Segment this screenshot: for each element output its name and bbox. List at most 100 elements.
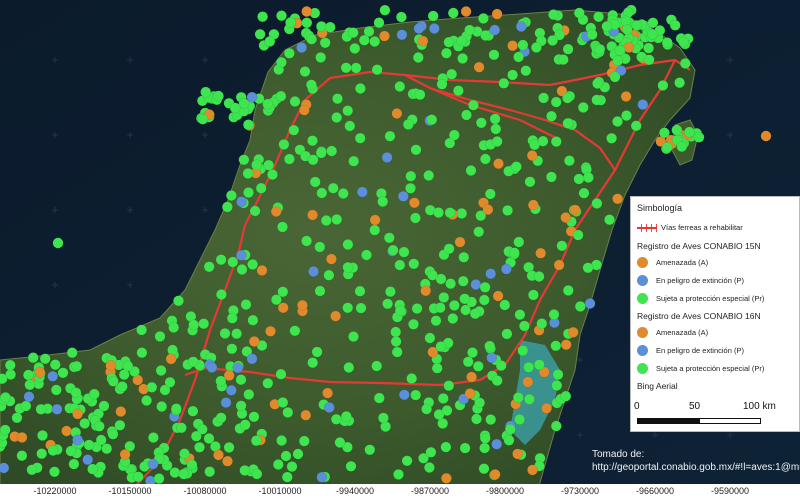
bird-record-point-proteccion bbox=[334, 437, 346, 448]
bird-record-point-proteccion bbox=[240, 299, 252, 311]
bird-record-point-proteccion bbox=[414, 89, 426, 101]
bird-record-point-proteccion bbox=[186, 459, 198, 471]
bird-record-point-proteccion bbox=[459, 293, 471, 305]
bird-record-point-proteccion bbox=[330, 413, 342, 425]
bird-record-point-peligro bbox=[428, 23, 440, 34]
bird-record-point-proteccion bbox=[283, 47, 295, 59]
bird-record-point-proteccion bbox=[582, 262, 594, 274]
bird-record-point-peligro bbox=[515, 21, 527, 33]
bird-record-point-proteccion bbox=[573, 173, 585, 185]
bird-record-point-proteccion bbox=[373, 392, 385, 404]
bird-record-point-proteccion bbox=[272, 459, 284, 470]
bird-record-point-proteccion bbox=[491, 136, 503, 147]
bird-record-point-proteccion bbox=[178, 468, 190, 480]
blue-dot-icon bbox=[637, 345, 648, 356]
bird-record-point-proteccion bbox=[604, 214, 615, 226]
bird-record-point-peligro bbox=[23, 391, 35, 403]
bird-record-point-amenazada bbox=[522, 376, 534, 388]
bird-record-point-proteccion bbox=[154, 330, 166, 342]
bird-record-point-proteccion bbox=[582, 172, 594, 183]
bird-record-point-proteccion bbox=[364, 444, 376, 456]
blue-dot-icon bbox=[637, 275, 648, 286]
scale-bar: 0 50 100 km bbox=[631, 398, 787, 432]
bird-record-point-amenazada bbox=[553, 259, 565, 271]
bird-record-point-proteccion bbox=[572, 229, 584, 241]
bird-record-point-proteccion bbox=[552, 369, 564, 381]
bird-record-point-peligro bbox=[206, 361, 218, 373]
bird-record-point-proteccion bbox=[427, 269, 438, 281]
bird-record-point-proteccion bbox=[586, 29, 598, 41]
bird-record-point-proteccion bbox=[227, 256, 239, 268]
bird-record-point-proteccion bbox=[408, 258, 420, 270]
bird-record-point-proteccion bbox=[426, 114, 438, 126]
bird-record-point-amenazada bbox=[526, 150, 538, 161]
bird-record-point-proteccion bbox=[251, 159, 263, 171]
bird-record-point-proteccion bbox=[277, 221, 288, 233]
x-axis-tick-label: -9800000 bbox=[485, 486, 525, 496]
bird-record-point-proteccion bbox=[612, 55, 624, 67]
bird-record-point-proteccion bbox=[344, 120, 356, 132]
bird-record-point-proteccion bbox=[578, 187, 590, 199]
bird-record-point-amenazada bbox=[325, 253, 337, 265]
bird-record-point-amenazada bbox=[491, 8, 503, 20]
bird-record-point-proteccion bbox=[550, 136, 562, 148]
bird-record-point-amenazada bbox=[492, 290, 504, 302]
bird-record-point-proteccion bbox=[517, 345, 529, 357]
bird-record-point-peligro bbox=[47, 370, 59, 382]
bird-record-point-peligro bbox=[82, 454, 94, 466]
bird-record-point-proteccion bbox=[146, 381, 158, 393]
bird-record-point-proteccion bbox=[406, 373, 418, 384]
bird-record-point-proteccion bbox=[283, 153, 295, 165]
bird-record-point-proteccion bbox=[226, 312, 238, 324]
bird-record-point-proteccion bbox=[323, 269, 335, 281]
bird-record-point-amenazada bbox=[222, 455, 233, 467]
bird-record-point-proteccion bbox=[26, 464, 38, 476]
bird-record-point-proteccion bbox=[204, 466, 216, 478]
bird-record-point-proteccion bbox=[537, 135, 549, 147]
bird-record-point-peligro bbox=[398, 389, 410, 401]
bird-record-point-proteccion bbox=[574, 300, 586, 312]
bird-record-point-amenazada bbox=[612, 193, 624, 205]
bird-record-point-proteccion bbox=[170, 403, 182, 415]
bird-record-point-proteccion bbox=[223, 441, 235, 453]
bird-record-point-proteccion bbox=[501, 328, 513, 340]
bird-record-point-proteccion bbox=[88, 388, 100, 400]
bird-record-point-proteccion bbox=[562, 284, 574, 296]
bird-record-point-proteccion bbox=[342, 105, 354, 117]
bird-record-point-proteccion bbox=[66, 347, 78, 359]
bird-record-point-proteccion bbox=[612, 116, 623, 127]
bird-record-point-proteccion bbox=[379, 4, 391, 16]
bird-record-point-peligro bbox=[246, 353, 258, 365]
bird-record-point-amenazada bbox=[527, 464, 538, 476]
bird-record-point-proteccion bbox=[577, 101, 589, 113]
bird-record-point-proteccion bbox=[469, 308, 481, 320]
bird-record-point-proteccion bbox=[107, 428, 119, 440]
bird-record-point-proteccion bbox=[502, 204, 514, 216]
bird-record-point-proteccion bbox=[592, 78, 603, 89]
bird-record-point-amenazada bbox=[165, 353, 177, 365]
bird-record-point-proteccion bbox=[479, 153, 491, 165]
bird-record-point-proteccion bbox=[87, 463, 99, 475]
legend-15n-peligro: En peligro de extinción (P) bbox=[637, 275, 744, 286]
bird-record-point-proteccion bbox=[292, 448, 304, 460]
bird-record-point-proteccion bbox=[331, 112, 343, 123]
bird-record-point-proteccion bbox=[71, 360, 83, 372]
bird-record-point-proteccion bbox=[65, 445, 77, 457]
bird-record-point-proteccion bbox=[247, 258, 259, 270]
bird-record-point-amenazada bbox=[417, 35, 429, 47]
bird-record-point-proteccion bbox=[215, 289, 227, 300]
bird-record-point-proteccion bbox=[169, 467, 181, 479]
bird-record-point-proteccion bbox=[444, 207, 456, 219]
bird-record-point-proteccion bbox=[354, 285, 366, 297]
bird-record-point-proteccion bbox=[231, 328, 243, 340]
bird-record-point-proteccion bbox=[24, 379, 36, 391]
bird-record-point-proteccion bbox=[478, 294, 490, 306]
bird-record-point-proteccion bbox=[560, 390, 572, 402]
bird-record-point-proteccion bbox=[427, 10, 439, 22]
bird-record-point-proteccion bbox=[562, 92, 573, 104]
bird-record-point-proteccion bbox=[421, 403, 433, 415]
bird-record-point-proteccion bbox=[438, 291, 450, 303]
bird-record-point-amenazada bbox=[248, 335, 260, 347]
bird-record-point-proteccion bbox=[473, 226, 485, 238]
map-legend: Simbología Vías ferreas a rehabilitar Re… bbox=[630, 196, 800, 432]
